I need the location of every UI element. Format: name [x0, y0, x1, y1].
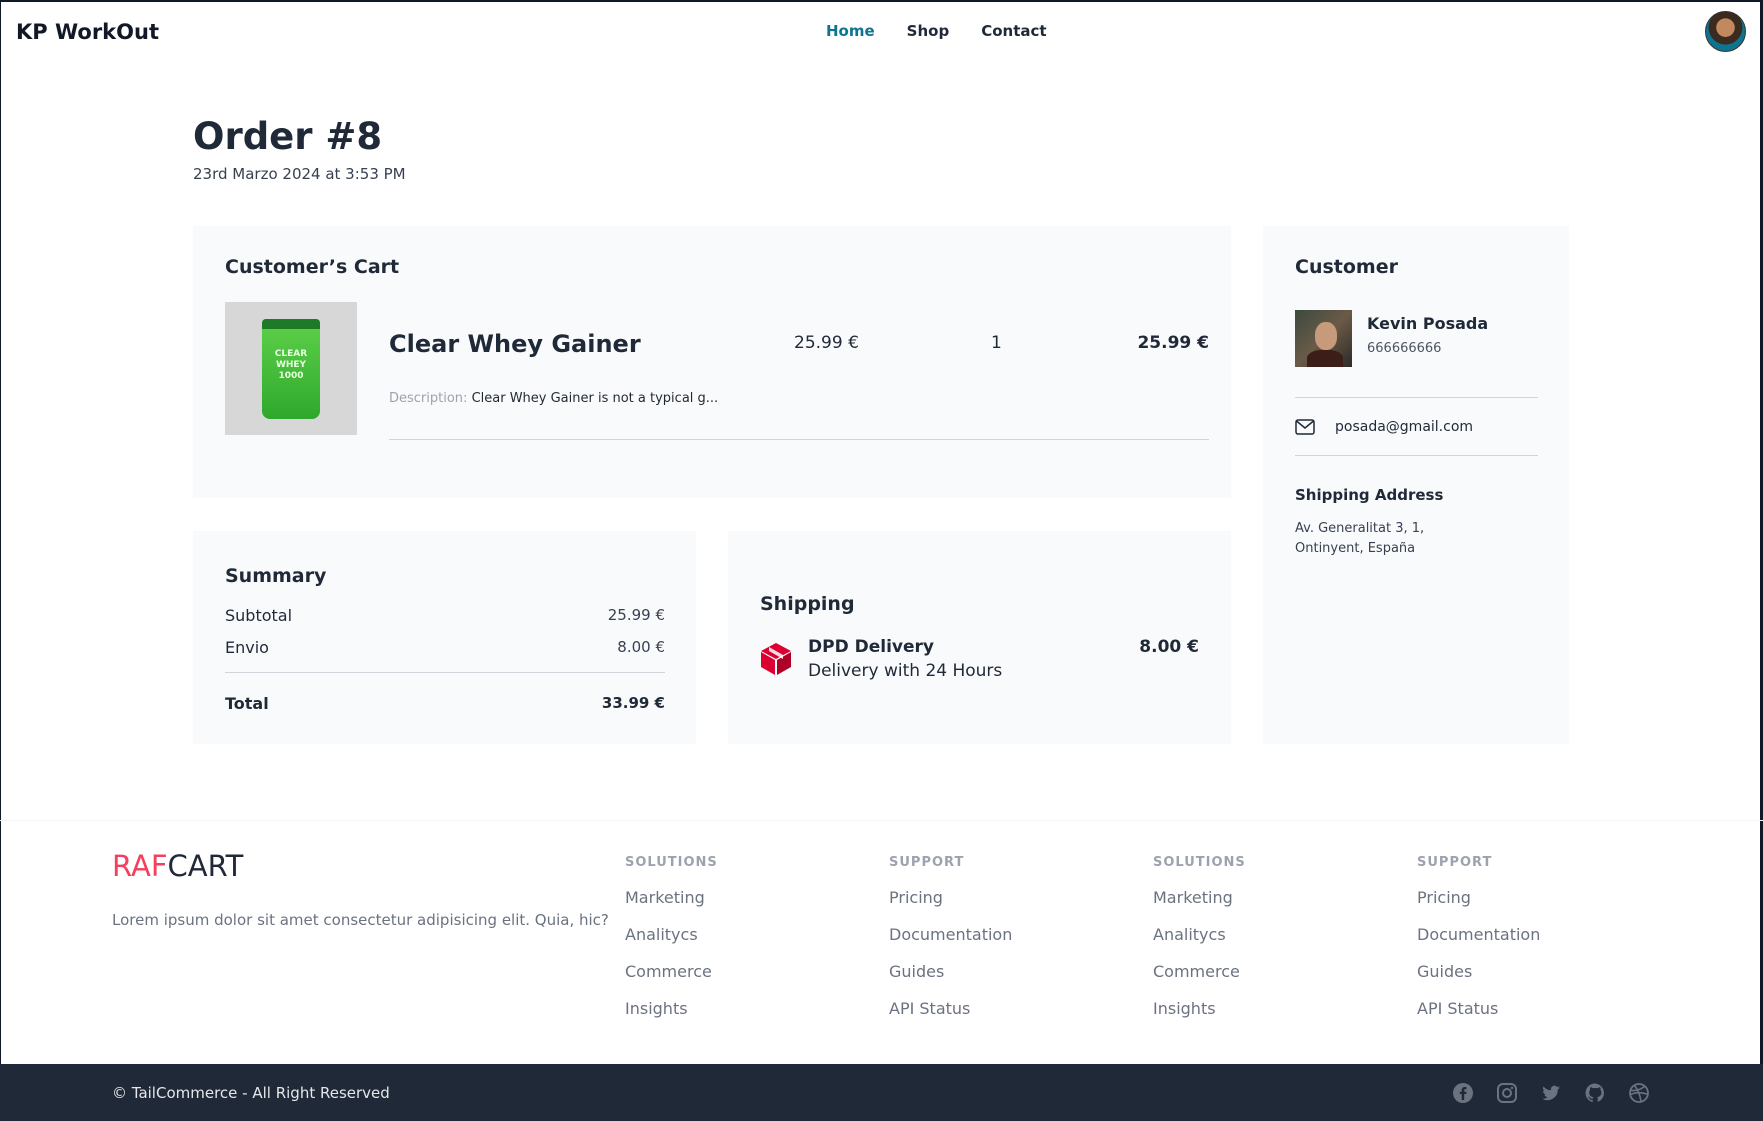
shipping-panel: Shipping DPD Delivery Delivery with 24 H…	[728, 531, 1231, 744]
divider	[389, 439, 1209, 440]
github-icon[interactable]	[1584, 1082, 1606, 1104]
footer-link-guides[interactable]: Guides	[1417, 962, 1540, 981]
divider	[225, 672, 665, 673]
customer-avatar[interactable]	[1295, 310, 1352, 367]
footer-column-solutions: SOLUTIONS Marketing Analitycs Commerce I…	[625, 855, 718, 1036]
delivery-method-description: Delivery with 24 Hours	[808, 661, 1003, 681]
product-quantity: 1	[991, 333, 1002, 353]
shipping-cost-label: Envio	[225, 638, 269, 657]
dpd-cube-icon	[761, 643, 791, 675]
instagram-icon[interactable]	[1496, 1082, 1518, 1104]
footer-column-title: SUPPORT	[889, 855, 965, 870]
footer-link-commerce[interactable]: Commerce	[625, 962, 718, 981]
address-line-1: Av. Generalitat 3, 1,	[1295, 521, 1425, 536]
customer-title: Customer	[1295, 256, 1398, 278]
mail-icon	[1295, 419, 1315, 435]
product-price: 25.99 €	[794, 333, 859, 353]
page: KP WorkOut Home Shop Contact Order #8 23…	[0, 0, 1763, 1121]
footer-link-insights[interactable]: Insights	[1153, 999, 1246, 1018]
logo-part-raf: RAF	[112, 849, 168, 883]
avatar-body	[1307, 350, 1343, 367]
footer-column-title: SOLUTIONS	[625, 855, 718, 870]
bag-label-graphic: CLEAR WHEY 1000	[274, 349, 308, 381]
main-nav: Home Shop Contact	[826, 22, 1047, 40]
delivery-method-name: DPD Delivery	[808, 637, 934, 657]
avatar-head	[1315, 322, 1337, 350]
footer-column-title: SUPPORT	[1417, 855, 1493, 870]
footer-link-documentation[interactable]: Documentation	[1417, 925, 1540, 944]
footer-link-guides[interactable]: Guides	[889, 962, 1012, 981]
subtotal-label: Subtotal	[225, 606, 293, 625]
total-label: Total	[225, 694, 269, 713]
footer-link-api-status[interactable]: API Status	[1417, 999, 1540, 1018]
footer-link-analitycs[interactable]: Analitycs	[1153, 925, 1246, 944]
customer-email[interactable]: posada@gmail.com	[1335, 419, 1473, 435]
subtotal-value: 25.99 €	[607, 606, 665, 624]
footer-link-pricing[interactable]: Pricing	[1417, 888, 1540, 907]
description-text: Clear Whey Gainer is not a typical g...	[471, 391, 719, 406]
footer-bottom-bar: © TailCommerce - All Right Reserved	[0, 1064, 1763, 1121]
shipping-cost-row: Envio 8.00 €	[225, 638, 665, 657]
summary-title: Summary	[225, 565, 327, 587]
subtotal-row: Subtotal 25.99 €	[225, 606, 665, 625]
summary-panel: Summary Subtotal 25.99 € Envio 8.00 € To…	[193, 531, 696, 744]
copyright-text: © TailCommerce - All Right Reserved	[112, 1084, 390, 1102]
customer-panel: Customer Kevin Posada 666666666 posada@g…	[1263, 226, 1569, 744]
product-line-total: 25.99 €	[1137, 333, 1209, 353]
customer-phone: 666666666	[1367, 341, 1442, 356]
brand-logo[interactable]: KP WorkOut	[16, 20, 159, 44]
footer-column-solutions: SOLUTIONS Marketing Analitycs Commerce I…	[1153, 855, 1246, 1036]
logo-part-cart: CART	[167, 849, 244, 883]
footer-link-api-status[interactable]: API Status	[889, 999, 1012, 1018]
nav-contact-link[interactable]: Contact	[981, 22, 1046, 40]
footer-description: Lorem ipsum dolor sit amet consectetur a…	[112, 911, 609, 929]
product-image[interactable]: CLEAR WHEY 1000	[225, 302, 357, 435]
footer-link-marketing[interactable]: Marketing	[625, 888, 718, 907]
product-name[interactable]: Clear Whey Gainer	[389, 330, 641, 358]
footer-column-support: SUPPORT Pricing Documentation Guides API…	[1417, 855, 1540, 1036]
description-label: Description:	[389, 391, 468, 406]
nav-shop-link[interactable]: Shop	[907, 22, 950, 40]
cart-title: Customer’s Cart	[225, 256, 400, 278]
footer-link-documentation[interactable]: Documentation	[889, 925, 1012, 944]
shipping-title: Shipping	[760, 593, 855, 615]
footer-link-pricing[interactable]: Pricing	[889, 888, 1012, 907]
footer-link-insights[interactable]: Insights	[625, 999, 718, 1018]
footer: RAFCART Lorem ipsum dolor sit amet conse…	[0, 820, 1763, 1065]
footer-link-marketing[interactable]: Marketing	[1153, 888, 1246, 907]
customer-name[interactable]: Kevin Posada	[1367, 314, 1488, 333]
nav-home-link[interactable]: Home	[826, 22, 875, 40]
footer-column-support: SUPPORT Pricing Documentation Guides API…	[889, 855, 1012, 1036]
divider	[1295, 455, 1538, 456]
facebook-icon[interactable]	[1452, 1082, 1474, 1104]
shipping-cost-value: 8.00 €	[617, 638, 665, 656]
product-bag-graphic: CLEAR WHEY 1000	[262, 319, 320, 419]
footer-column-title: SOLUTIONS	[1153, 855, 1246, 870]
twitter-icon[interactable]	[1540, 1082, 1562, 1104]
order-date: 23rd Marzo 2024 at 3:53 PM	[193, 165, 406, 183]
bag-top	[262, 319, 320, 329]
footer-logo[interactable]: RAFCART	[112, 849, 243, 883]
footer-link-commerce[interactable]: Commerce	[1153, 962, 1246, 981]
divider	[1295, 397, 1538, 398]
dribbble-icon[interactable]	[1628, 1082, 1650, 1104]
address-line-2: Ontinyent, España	[1295, 541, 1416, 556]
total-value: 33.99 €	[601, 694, 665, 712]
customer-cart-panel: Customer’s Cart CLEAR WHEY 1000 Clear Whey…	[193, 226, 1231, 498]
total-row: Total 33.99 €	[225, 694, 665, 713]
shipping-address-title: Shipping Address	[1295, 486, 1444, 504]
product-description: Description: Clear Whey Gainer is not a …	[389, 391, 718, 406]
user-avatar[interactable]	[1705, 11, 1746, 52]
page-title: Order #8	[193, 115, 383, 158]
footer-link-analitycs[interactable]: Analitycs	[625, 925, 718, 944]
delivery-price: 8.00 €	[1139, 637, 1199, 657]
